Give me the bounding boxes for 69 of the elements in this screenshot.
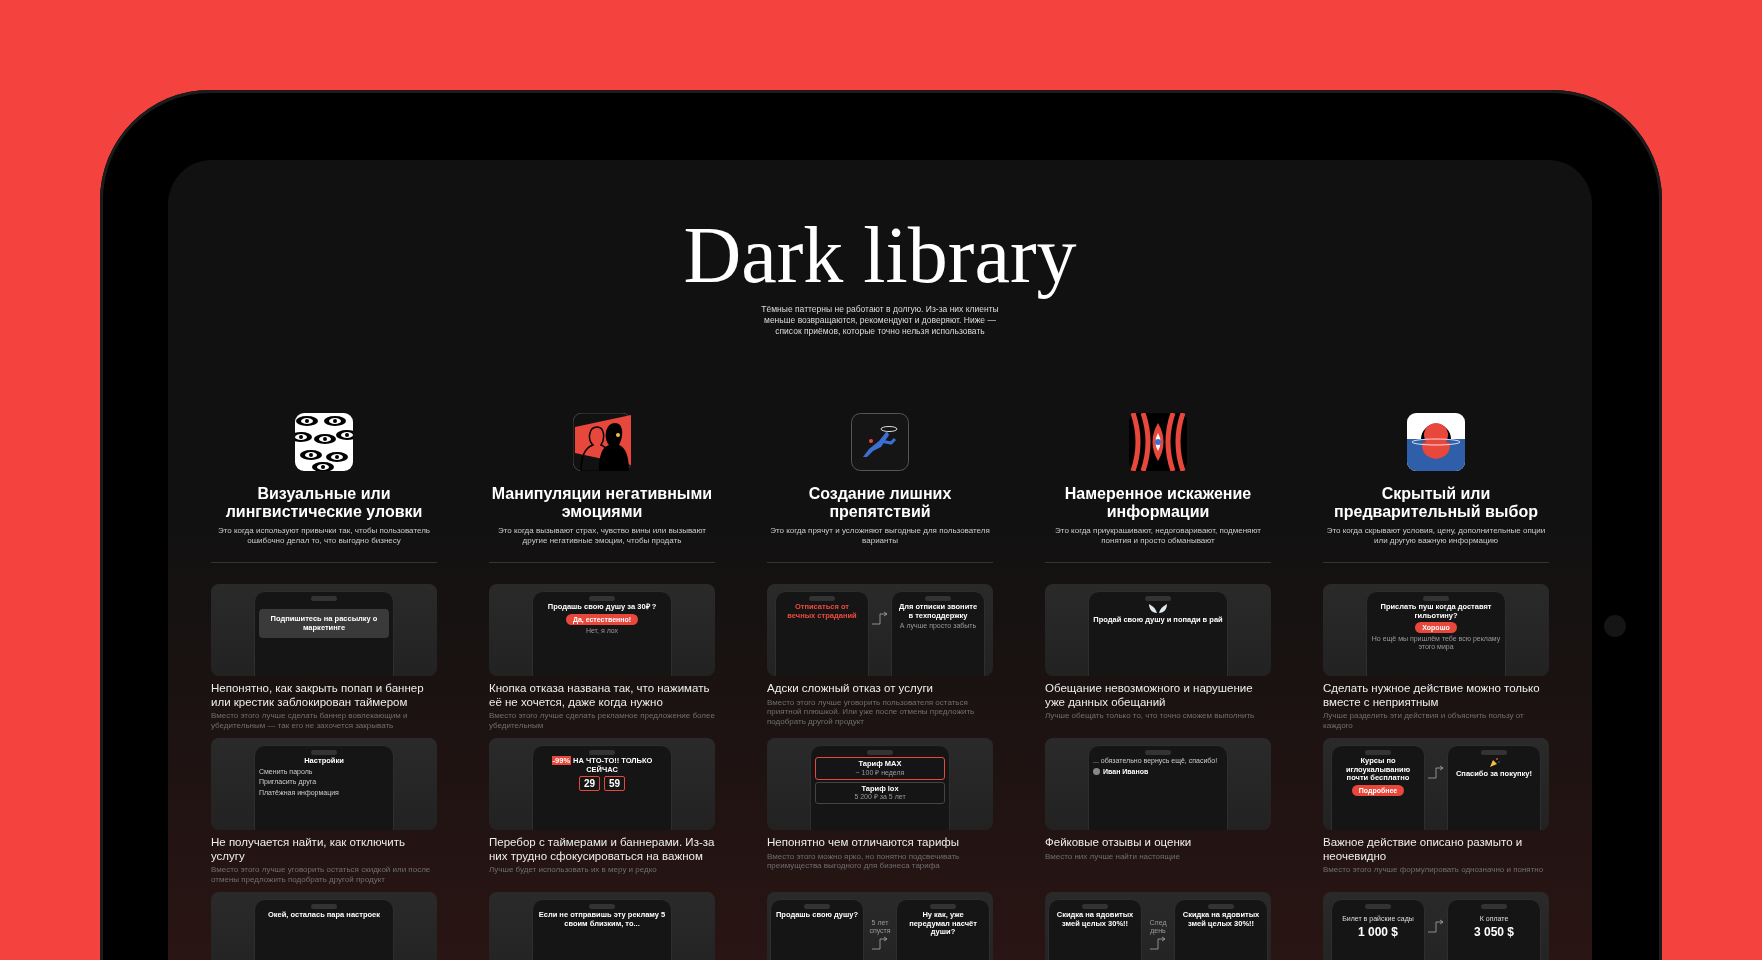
phone-notch <box>589 596 615 601</box>
arrow-icon <box>871 611 889 625</box>
phone-notch <box>589 750 615 755</box>
phone-notch <box>311 750 337 755</box>
category-title: Создание лишних препятствий <box>807 485 953 521</box>
category-description: Это когда скрывают условия, цену, дополнительные опции или другую важную информацию <box>1326 526 1546 546</box>
eye-pattern-icon <box>295 413 353 471</box>
phone-notch <box>589 904 615 909</box>
arrow-icon <box>871 936 889 950</box>
phone-notch <box>1423 596 1449 601</box>
phone-notch <box>925 596 951 601</box>
arrow-icon <box>1427 765 1445 779</box>
arrow-icon <box>1427 919 1445 933</box>
pattern-title: Обещание невозможного и нарушение уже данных обещаний <box>1045 682 1254 709</box>
flying-figure-icon <box>851 413 909 471</box>
phone-notch <box>1365 750 1391 755</box>
price-amount: 1 000 $ <box>1357 925 1398 939</box>
pattern-title: Непонятно, как закрыть попап и баннер или крестик заблокирован таймером <box>211 682 425 709</box>
reflection-icon <box>1407 413 1465 471</box>
phone-notch <box>809 596 835 601</box>
phone-notch <box>311 596 337 601</box>
wings-icon <box>1148 603 1168 614</box>
phone-notch <box>1365 904 1391 909</box>
pattern-title: Сделать нужное действие можно только вместе с неприятным <box>1323 682 1541 709</box>
category-title: Манипуляции негативными эмоциями <box>490 485 714 521</box>
pattern-title: Адски сложный отказ от услуги <box>767 682 935 696</box>
pattern-description: Лучше обещать только то, что точно сможем выполнить <box>1045 711 1256 721</box>
avatar-icon <box>1093 767 1100 775</box>
pattern-title: Не получается найти, как отключить услугу <box>211 836 406 863</box>
phone-notch <box>930 904 956 909</box>
phone-notch <box>1145 750 1171 755</box>
silhouette-icon <box>573 413 631 471</box>
pattern-description: Вместо этого лучше сделать рекламное предложение более убедительным <box>489 711 715 730</box>
pattern-description: Вместо этого лучше формулировать однозначно и понятно <box>1323 865 1545 875</box>
page-subtitle: Тёмные паттерны не работают в долгую. Из-за них клиенты меньше возвращаются, рекомендуют и доверяют. Ниже — список приёмов, которые точно нельзя использовать <box>760 304 1000 337</box>
phone-notch <box>1208 904 1234 909</box>
pattern-description: Лучше разделить эти действия и объяснить пользу от каждого <box>1323 711 1525 730</box>
phone-notch <box>1082 904 1108 909</box>
timer-digit: 29 <box>578 776 600 791</box>
category-description: Это когда приукрашивают, недоговаривают, подменяют понятия и просто обманывают <box>1054 526 1262 546</box>
phone-notch <box>867 750 893 755</box>
pattern-description: Лучше будет использовать их в меру и редко <box>489 865 658 875</box>
category-title: Скрытый или предварительный выбор <box>1333 485 1539 521</box>
phone-notch <box>1145 596 1171 601</box>
pattern-description: Вместо этого лучше уговорить остаться скидкой или после отмены предложить подобрать другой продукт <box>211 865 432 884</box>
pattern-title: Фейковые отзывы и оценки <box>1045 836 1193 850</box>
category-title: Визуальные или лингвистические уловки <box>224 485 424 521</box>
pattern-description: Вместо этого лучше уговорить пользователя остаться приятной плюшкой. Или уже после отмены предложить подобрать другой продукт <box>767 697 976 726</box>
pattern-title: Перебор с таймерами и баннерами. Из-за них трудно сфокусироваться на важном <box>489 836 715 863</box>
pattern-description: Вместо этого можно ярко, но понятно подсвечивать преимущества выгодного для бизнеса тарифа <box>767 851 961 871</box>
pattern-description: Вместо этого лучше сделать баннер вовлекающим и убедительным — так его не захочется закрывать <box>211 711 409 730</box>
pattern-title: Непонятно чем отличаются тарифы <box>767 836 961 850</box>
phone-notch <box>1481 750 1507 755</box>
category-description: Это когда прячут и усложняют выгодные для пользователя варианты <box>770 526 990 546</box>
party-popper-icon <box>1488 757 1500 768</box>
price-amount: 3 050 $ <box>1473 925 1514 939</box>
category-title: Намеренное искажение информации <box>1063 485 1253 521</box>
phone-notch <box>1481 904 1507 909</box>
wave-eye-icon <box>1129 413 1187 471</box>
timer-digit: 59 <box>604 776 626 791</box>
pattern-title: Кнопка отказа названа так, что нажимать её не хочется, даже когда нужно <box>489 682 711 709</box>
category-description: Это когда используют привычки так, чтобы пользователь ошибочно делал то, что выгодно бизнесу <box>217 526 431 546</box>
phone-notch <box>804 904 830 909</box>
page-title: Dark library <box>682 210 1078 300</box>
pattern-description: Вместо них лучше найти настоящие <box>1045 851 1181 861</box>
category-description: Это когда вызывают страх, чувство вины или вызывают другие негативные эмоции, чтобы продать <box>497 526 707 546</box>
pattern-title: Важное действие описано размыто и неочевидно <box>1323 836 1524 863</box>
arrow-icon <box>1149 936 1167 950</box>
phone-notch <box>311 904 337 909</box>
